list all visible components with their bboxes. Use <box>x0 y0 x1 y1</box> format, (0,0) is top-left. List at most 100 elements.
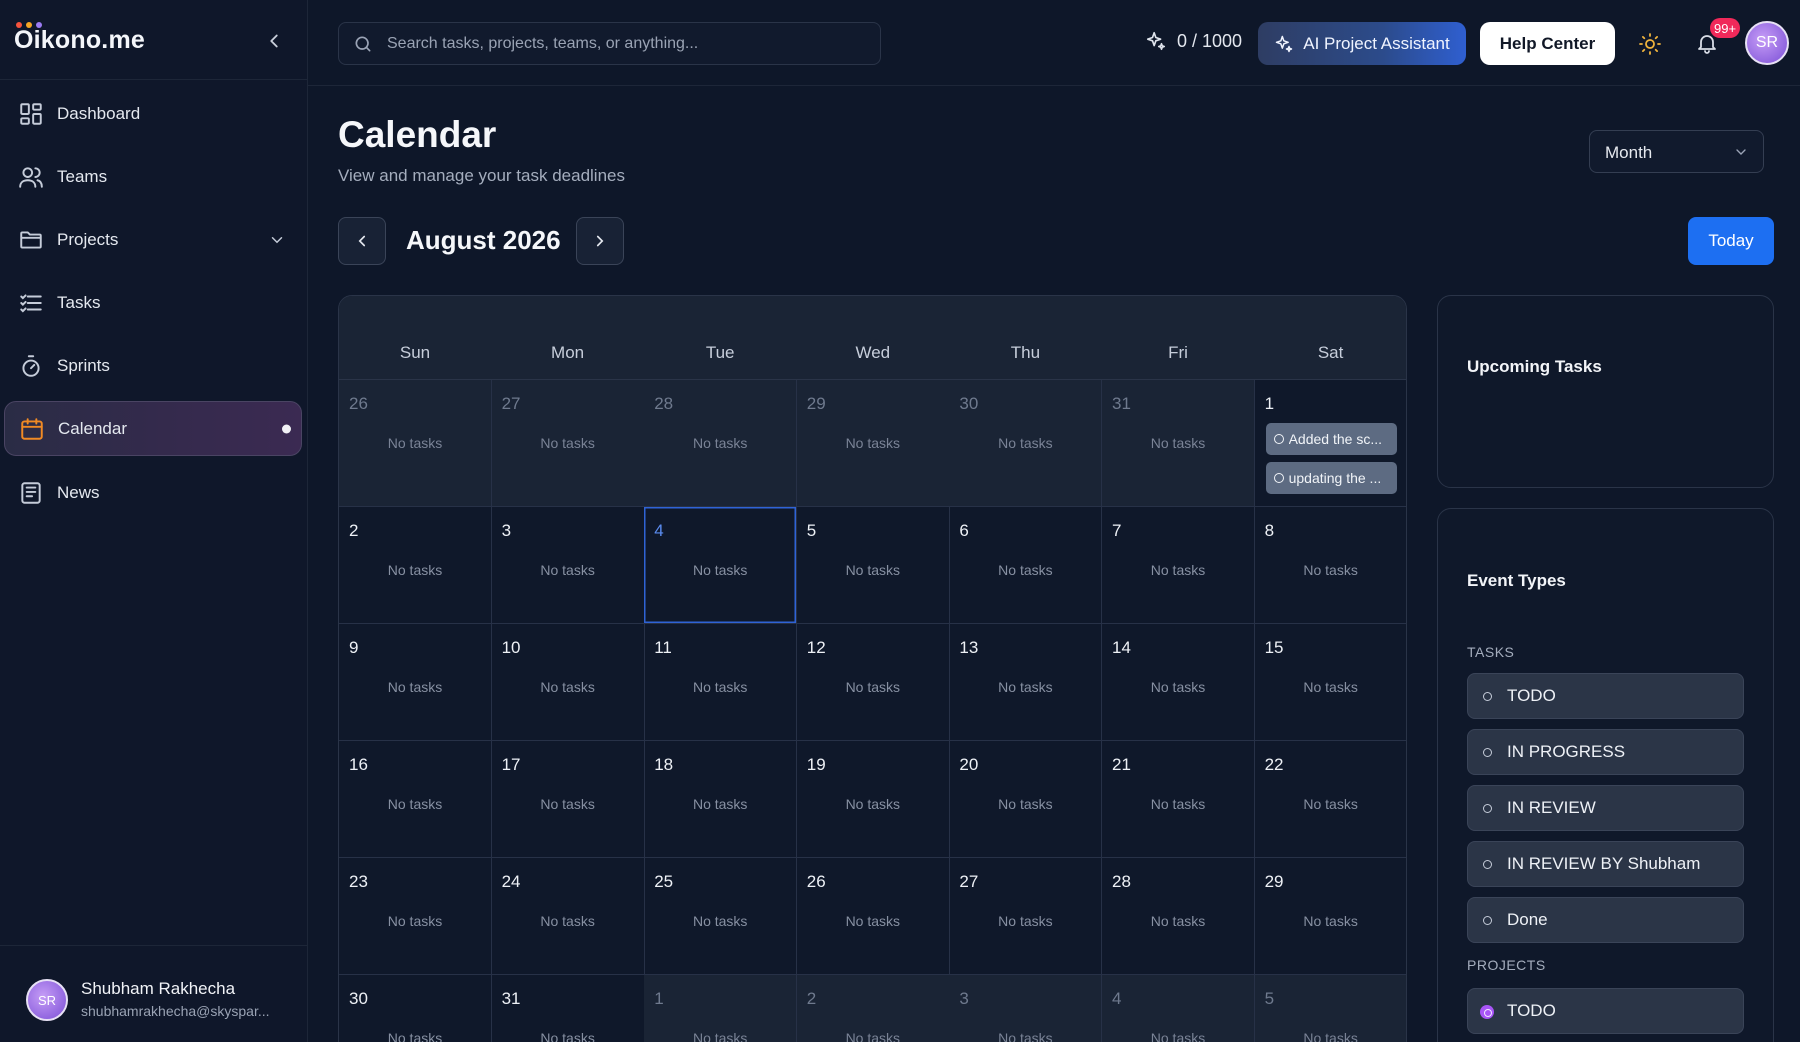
calendar-day-cell[interactable]: 12 No tasks <box>796 624 950 741</box>
user-profile[interactable]: SR Shubham Rakhecha shubhamrakhecha@skys… <box>0 945 308 1042</box>
sun-icon[interactable] <box>1638 32 1662 56</box>
sidebar-item-sprints[interactable]: Sprints <box>4 338 302 393</box>
view-select-value: Month <box>1605 143 1653 162</box>
no-tasks-label: No tasks <box>387 913 443 929</box>
calendar-day-cell[interactable]: 16 No tasks <box>339 741 492 858</box>
no-tasks-label: No tasks <box>692 1030 748 1042</box>
search-box[interactable] <box>338 22 881 65</box>
calendar-day-cell[interactable]: 22 No tasks <box>1254 741 1406 858</box>
sidebar-item-label: Sprints <box>57 355 110 375</box>
event-type-project-item[interactable]: TODO <box>1467 988 1744 1034</box>
calendar-day-cell[interactable]: 27 No tasks <box>491 380 645 507</box>
event-type-task-item[interactable]: IN REVIEW <box>1467 785 1744 831</box>
no-tasks-label: No tasks <box>998 435 1053 451</box>
avatar[interactable]: SR <box>1745 21 1789 65</box>
calendar-day-cell[interactable]: 10 No tasks <box>491 624 645 741</box>
calendar-day-cell[interactable]: 30 No tasks <box>339 975 492 1042</box>
no-tasks-label: No tasks <box>692 796 748 812</box>
calendar-day-cell[interactable]: 28 No tasks <box>1102 858 1255 975</box>
projects-section-label: PROJECTS <box>1467 957 1546 973</box>
next-month-button[interactable] <box>576 217 624 265</box>
event-type-task-item[interactable]: IN PROGRESS <box>1467 729 1744 775</box>
sidebar-item-calendar[interactable]: Calendar <box>4 401 302 456</box>
task-chip[interactable]: Added the sc... <box>1265 423 1397 455</box>
help-center-button[interactable]: Help Center <box>1480 22 1615 65</box>
calendar-day-cell[interactable]: 11 No tasks <box>644 624 798 741</box>
calendar-day-cell[interactable]: 17 No tasks <box>491 741 645 858</box>
previous-month-button[interactable] <box>338 217 386 265</box>
chevron-down-icon <box>1733 144 1749 160</box>
calendar-day-cell[interactable]: 27 No tasks <box>949 858 1103 975</box>
view-select[interactable]: Month <box>1589 130 1764 173</box>
weekday-label: Thu <box>1010 343 1041 362</box>
calendar-day-cell[interactable]: 24 No tasks <box>491 858 645 975</box>
event-type-label: IN PROGRESS <box>1507 742 1626 761</box>
calendar-day-cell[interactable]: 1 Added the sc... updating the ... <box>1254 380 1406 507</box>
calendar-day-cell[interactable]: 5 No tasks <box>796 507 950 624</box>
app-logo[interactable]: Oikono.me <box>14 26 145 55</box>
user-email: shubhamrakhecha@skyspar... <box>81 1003 270 1019</box>
no-tasks-label: No tasks <box>845 562 901 578</box>
calendar-day-cell[interactable]: 7 No tasks <box>1102 507 1255 624</box>
calendar-day-cell[interactable]: 18 No tasks <box>644 741 798 858</box>
no-tasks-label: No tasks <box>692 679 748 695</box>
no-tasks-label: No tasks <box>845 679 901 695</box>
circle-icon <box>1483 860 1492 869</box>
event-type-label: IN REVIEW <box>1507 798 1596 817</box>
calendar-day-cell[interactable]: 6 No tasks <box>949 507 1103 624</box>
calendar-day-cell[interactable]: 4 No tasks <box>1102 975 1255 1042</box>
calendar-day-cell[interactable]: 3 No tasks <box>491 507 645 624</box>
sidebar-item-dashboard[interactable]: Dashboard <box>4 86 302 141</box>
calendar-day-cell[interactable]: 2 No tasks <box>339 507 492 624</box>
calendar-day-cell[interactable]: 8 No tasks <box>1254 507 1406 624</box>
day-number: 1 <box>654 989 664 1008</box>
chevron-down-icon[interactable] <box>268 231 286 249</box>
calendar-day-cell[interactable]: 20 No tasks <box>949 741 1103 858</box>
today-button[interactable]: Today <box>1688 217 1774 265</box>
sidebar: Oikono.me Dashboard Teams Projects Tasks… <box>0 0 308 1042</box>
calendar-day-cell[interactable]: 26 No tasks <box>339 380 492 507</box>
day-number: 6 <box>959 521 969 540</box>
collapse-sidebar-icon[interactable] <box>263 30 285 52</box>
calendar-day-cell[interactable]: 31 No tasks <box>1102 380 1255 507</box>
sidebar-item-news[interactable]: News <box>4 465 302 520</box>
calendar-day-cell[interactable]: 19 No tasks <box>796 741 950 858</box>
avatar[interactable]: SR <box>26 979 68 1021</box>
calendar-day-cell[interactable]: 5 No tasks <box>1254 975 1406 1042</box>
calendar-day-cell[interactable]: 26 No tasks <box>796 858 950 975</box>
search-input[interactable] <box>387 23 867 64</box>
calendar-day-cell[interactable]: 14 No tasks <box>1102 624 1255 741</box>
calendar-day-cell[interactable]: 1 No tasks <box>644 975 798 1042</box>
calendar-day-cell[interactable]: 21 No tasks <box>1102 741 1255 858</box>
calendar-day-cell[interactable]: 29 No tasks <box>796 380 950 507</box>
weekday-header: Sun Mon Tue Wed Thu Fri Sat <box>339 296 1406 380</box>
sidebar-item-label: Tasks <box>57 292 101 312</box>
event-type-task-item[interactable]: TODO <box>1467 673 1744 719</box>
calendar-day-cell[interactable]: 28 No tasks <box>644 380 798 507</box>
no-tasks-label: No tasks <box>692 562 748 578</box>
ai-assistant-button[interactable]: AI Project Assistant <box>1258 22 1466 65</box>
calendar-day-cell[interactable]: 13 No tasks <box>949 624 1103 741</box>
calendar-day-cell[interactable]: 2 No tasks <box>796 975 950 1042</box>
sidebar-item-projects[interactable]: Projects <box>4 212 302 267</box>
calendar-day-cell[interactable]: 25 No tasks <box>644 858 798 975</box>
circle-icon <box>1483 692 1492 701</box>
calendar-day-cell[interactable]: 23 No tasks <box>339 858 492 975</box>
event-type-task-item[interactable]: IN REVIEW BY Shubham <box>1467 841 1744 887</box>
notification-badge: 99+ <box>1710 18 1741 38</box>
weekday-label: Wed <box>855 343 891 362</box>
calendar-day-cell[interactable]: 9 No tasks <box>339 624 492 741</box>
sidebar-item-tasks[interactable]: Tasks <box>4 275 302 330</box>
event-types-panel: Event Types TASKS PROJECTS TODO IN PROGRE… <box>1437 508 1774 1042</box>
sidebar-item-teams[interactable]: Teams <box>4 149 302 204</box>
calendar-day-cell[interactable]: 3 No tasks <box>949 975 1103 1042</box>
day-number: 4 <box>654 521 664 540</box>
calendar-day-cell[interactable]: 30 No tasks <box>949 380 1103 507</box>
calendar-day-cell[interactable]: 29 No tasks <box>1254 858 1406 975</box>
circle-icon <box>1273 434 1284 444</box>
calendar-day-cell[interactable]: 31 No tasks <box>492 975 645 1042</box>
event-type-task-item[interactable]: Done <box>1467 897 1744 943</box>
calendar-day-cell[interactable]: 15 No tasks <box>1254 624 1406 741</box>
calendar-day-cell[interactable]: 4 No tasks <box>644 507 798 624</box>
task-chip[interactable]: updating the ... <box>1265 462 1397 494</box>
